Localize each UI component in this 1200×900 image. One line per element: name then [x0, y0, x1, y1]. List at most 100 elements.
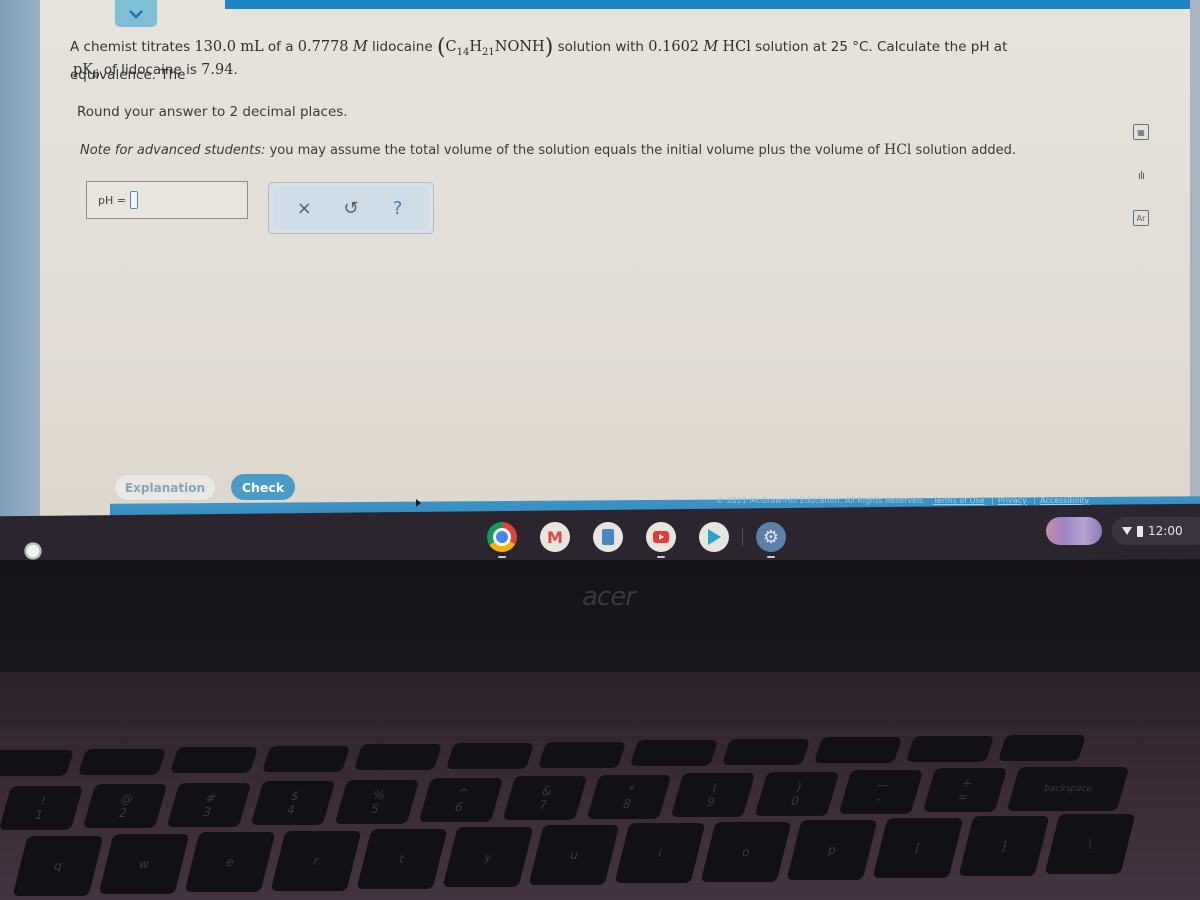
- play-store-app[interactable]: [699, 522, 729, 552]
- ph-answer-input[interactable]: [129, 191, 138, 209]
- play-store-icon: [707, 529, 721, 545]
- number-key[interactable]: ) 0: [754, 771, 840, 816]
- settings-app[interactable]: ⚙: [756, 522, 786, 558]
- letter-key[interactable]: ]: [958, 816, 1050, 877]
- bar-chart-icon[interactable]: ılı: [1133, 167, 1149, 183]
- q-titrant-molar: M: [703, 39, 719, 55]
- function-key[interactable]: [353, 744, 443, 771]
- number-key[interactable]: ! 1: [0, 786, 84, 830]
- files-app[interactable]: [593, 522, 623, 552]
- number-key[interactable]: @2: [82, 784, 168, 829]
- function-key[interactable]: [77, 748, 167, 775]
- key-label: e: [224, 855, 236, 870]
- function-key[interactable]: [0, 750, 75, 776]
- key-shift-label: *: [626, 782, 637, 797]
- periodic-table-icon[interactable]: Ar: [1133, 210, 1149, 226]
- number-key[interactable]: — -: [838, 770, 924, 814]
- function-key[interactable]: [813, 737, 903, 764]
- pkb-line: pKb of lidocaine is 7.94.: [73, 62, 238, 81]
- key-label: u: [568, 848, 580, 863]
- function-key[interactable]: [261, 745, 351, 772]
- advanced-note: Note for advanced students: you may assu…: [80, 142, 1016, 158]
- pkb-k: K: [82, 62, 94, 78]
- letter-key[interactable]: p: [786, 819, 878, 880]
- number-key[interactable]: & 7: [502, 776, 588, 821]
- gmail-app[interactable]: M: [540, 522, 570, 552]
- chrome-app[interactable]: [487, 522, 517, 558]
- number-key[interactable]: + =: [922, 768, 1008, 813]
- function-key[interactable]: [997, 734, 1087, 761]
- letter-key[interactable]: e: [184, 832, 276, 893]
- accessibility-link[interactable]: Accessibility: [1040, 496, 1089, 505]
- function-key[interactable]: [445, 743, 535, 769]
- letter-key[interactable]: w: [98, 834, 190, 895]
- number-key[interactable]: % 5: [334, 779, 420, 824]
- key-shift-label: @: [119, 792, 136, 807]
- key-label: 7: [537, 798, 549, 813]
- key-shift-label: +: [959, 776, 975, 791]
- collapse-toggle[interactable]: [115, 0, 157, 27]
- letter-key[interactable]: \: [1044, 814, 1136, 875]
- function-key[interactable]: [629, 740, 719, 767]
- key-label: t: [397, 851, 407, 866]
- key-label: 8: [621, 796, 633, 811]
- explanation-button[interactable]: Explanation: [114, 474, 216, 501]
- files-icon: [602, 529, 614, 545]
- help-button[interactable]: ?: [383, 193, 413, 223]
- youtube-app[interactable]: [646, 522, 676, 558]
- privacy-link[interactable]: Privacy: [998, 496, 1027, 505]
- pkb-value: 7.94: [201, 62, 234, 78]
- number-key[interactable]: (9: [670, 773, 756, 818]
- formula: C14H21NONH: [446, 39, 545, 58]
- undo-button[interactable]: ↺: [336, 193, 366, 223]
- function-key[interactable]: [905, 736, 995, 762]
- pkb-sub: b: [93, 69, 100, 81]
- formula-rest: NONH: [494, 39, 545, 55]
- gear-icon: ⚙: [762, 526, 780, 548]
- running-indicator: [498, 556, 506, 558]
- function-key[interactable]: [537, 741, 627, 768]
- key-shift-label: $: [289, 789, 301, 804]
- letter-key[interactable]: r: [270, 830, 362, 891]
- terms-link[interactable]: Terms of Use: [933, 496, 984, 505]
- rounding-instruction: Round your answer to 2 decimal places.: [77, 104, 348, 120]
- number-key[interactable]: $4: [250, 781, 336, 826]
- key-shift-label: ^: [455, 786, 471, 800]
- launcher-button[interactable]: [22, 540, 44, 562]
- q-titrant: HCl: [722, 39, 751, 55]
- answer-tools-panel: × ↺ ?: [268, 182, 434, 234]
- key-label: 3: [201, 804, 213, 819]
- clear-button[interactable]: ×: [289, 193, 319, 223]
- letter-key[interactable]: i: [614, 823, 706, 884]
- key-label: o: [740, 844, 752, 859]
- number-key[interactable]: ^ 6: [418, 778, 504, 822]
- advanced-note-label: Note for advanced students:: [80, 143, 266, 158]
- letter-key[interactable]: q: [12, 836, 104, 896]
- status-tray[interactable]: 12:00: [1112, 517, 1200, 545]
- key-label: 5: [369, 801, 381, 816]
- letter-key[interactable]: [: [872, 818, 964, 878]
- letter-key[interactable]: o: [700, 821, 792, 882]
- letter-key[interactable]: u: [528, 825, 620, 886]
- key-label: i: [656, 846, 664, 861]
- advanced-note-text: you may assume the total volume of the s…: [269, 143, 880, 158]
- youtube-icon: [653, 531, 669, 543]
- calculator-icon[interactable]: ▦: [1133, 124, 1149, 140]
- number-key[interactable]: #3: [166, 782, 252, 827]
- number-key[interactable]: * 8: [586, 774, 672, 819]
- key-label: 0: [789, 793, 801, 808]
- battery-icon: [1137, 525, 1143, 537]
- advanced-note-hcl: HCl: [884, 142, 912, 158]
- footer-separator: |: [1033, 496, 1037, 505]
- answer-box: pH =: [86, 181, 248, 219]
- number-key[interactable]: backspace: [1006, 766, 1130, 811]
- user-avatar-pill[interactable]: [1046, 517, 1102, 545]
- check-button[interactable]: Check: [231, 474, 295, 500]
- pkb-text: of lidocaine is: [103, 62, 197, 78]
- letter-key[interactable]: y: [442, 827, 534, 887]
- function-key[interactable]: [169, 747, 259, 774]
- letter-key[interactable]: t: [356, 828, 448, 889]
- function-key[interactable]: [721, 738, 811, 765]
- q-molar: M: [352, 39, 368, 55]
- formula-c-sub: 14: [456, 47, 470, 58]
